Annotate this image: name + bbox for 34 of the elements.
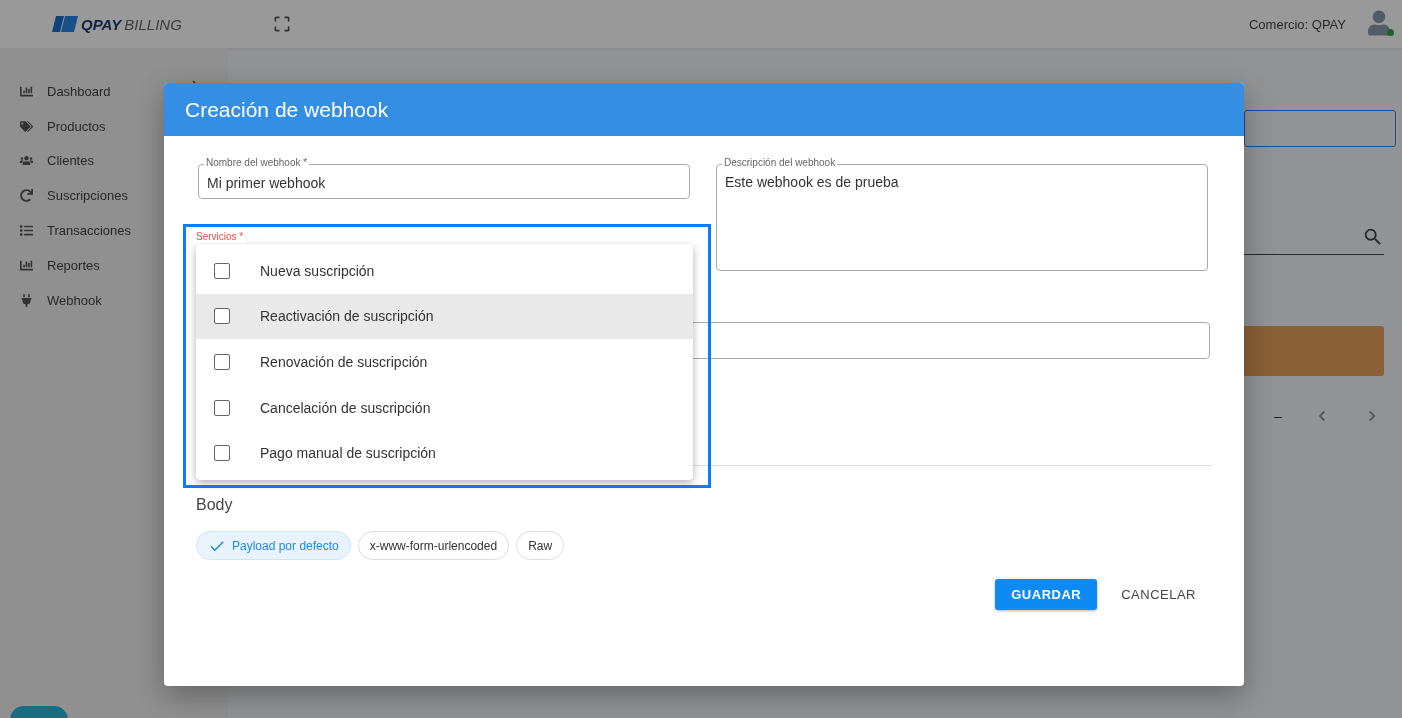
checkbox[interactable] [214, 354, 230, 370]
plug-icon [20, 293, 33, 307]
avatar-icon[interactable] [1368, 10, 1392, 38]
menu-option[interactable]: Reactivación de suscripción [196, 293, 693, 340]
logo-icon [52, 16, 78, 32]
checkbox[interactable] [214, 445, 230, 462]
field-label: Descripción del webhook [722, 157, 838, 169]
bar-chart-icon [20, 84, 33, 98]
checkbox[interactable] [214, 262, 230, 279]
cancel-button[interactable]: CANCELAR [1105, 579, 1212, 610]
save-button[interactable]: GUARDAR [995, 579, 1098, 610]
list-icon [20, 224, 33, 238]
users-icon [20, 154, 33, 168]
menu-option[interactable]: Cancelación de suscripción [196, 384, 693, 431]
logo-text: QPAY [81, 15, 122, 33]
section-title: Body [196, 496, 234, 514]
dialog-title: Creación de webhook [164, 83, 1244, 136]
menu-option[interactable]: Renovación de suscripción [196, 339, 693, 385]
field-label: Servicios * [196, 231, 246, 243]
checkbox[interactable] [214, 399, 230, 416]
menu-option[interactable]: Pago manual de suscripción [196, 430, 693, 476]
option-chip[interactable]: x-www-form-urlencoded [357, 531, 510, 560]
merchant-name: Comercio: QPAY [1248, 16, 1346, 32]
search-icon[interactable] [1362, 226, 1384, 248]
refresh-icon [20, 189, 33, 203]
input-field[interactable] [1244, 110, 1396, 147]
tags-icon [20, 119, 33, 133]
field-label: Nombre del webhook * [204, 157, 310, 169]
menu-option[interactable]: Nueva suscripción [196, 248, 693, 294]
logo-text: BILLING [124, 15, 182, 33]
checkbox[interactable] [214, 308, 230, 325]
option-chip[interactable]: Raw [516, 531, 565, 560]
page-range: – [1274, 408, 1282, 424]
bar-chart-icon [20, 258, 33, 272]
